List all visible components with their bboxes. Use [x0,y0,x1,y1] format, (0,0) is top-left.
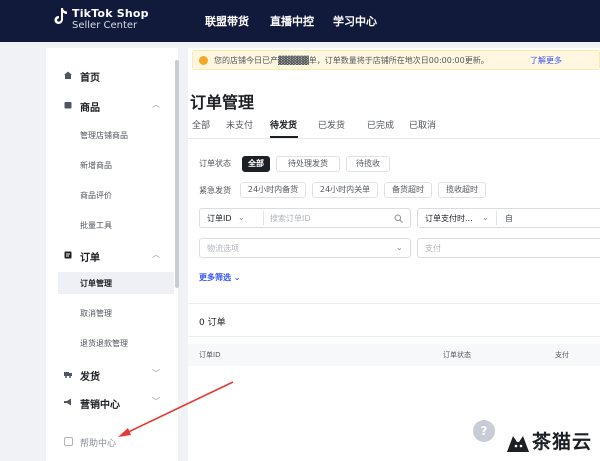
chevron-down-icon[interactable]: ⌄ [238,213,245,222]
table-header [188,344,600,366]
status-chip-pending-shipment[interactable]: 待处理发货 [276,156,340,172]
urgent-chip-24h-stock[interactable]: 24小时内备货 [240,182,306,198]
order-id-input[interactable]: 搜索订单ID [270,213,311,224]
search-icon[interactable] [394,214,403,223]
brand-subtitle: Seller Center [72,20,138,31]
sidebar-item-product-reviews[interactable]: 商品评价 [80,190,112,201]
sidebar-item-bulk-tools[interactable]: 批量工具 [80,220,112,231]
chevron-down-icon[interactable]: ﹀ [152,368,160,379]
shipping-icon [64,372,72,378]
page-title: 订单管理 [190,93,255,112]
sidebar-item-order-management[interactable]: 订单管理 [80,278,112,289]
tab-divider [188,138,600,139]
sidebar-item-help-center[interactable]: 帮助中心 [80,436,116,449]
field-divider [263,211,264,225]
chevron-up-icon[interactable]: ︿ [152,99,160,110]
column-payment: 支付 [555,351,569,359]
sidebar-item-home[interactable]: 首页 [80,69,100,84]
sidebar-scrollbar[interactable] [175,60,179,288]
chevron-up-icon[interactable]: ︿ [152,249,160,260]
column-order-id: 订单ID [199,351,221,359]
tab-shipped[interactable]: 已发货 [318,118,345,131]
more-filters-label: 更多筛选 [199,273,231,282]
learn-more-link[interactable]: 了解更多 [530,55,562,66]
nav-learning-center[interactable]: 学习中心 [333,13,377,29]
tab-cancelled[interactable]: 已取消 [409,118,436,131]
payment-placeholder: 支付 [425,244,441,253]
notice-text: 您的店铺今日已产▓▓▓▓▓单，订单数量将于店铺所在地次日00:00:00更新。 [214,56,489,65]
chevron-down-icon[interactable]: ﹀ [152,396,160,407]
megaphone-icon [64,398,71,406]
product-icon [64,102,72,109]
results-summary [188,303,600,337]
tab-unpaid[interactable]: 未支付 [226,118,253,131]
urgent-chip-24h-close[interactable]: 24小时内关单 [312,182,378,198]
sidebar-active-highlight [58,272,174,294]
home-icon [64,71,72,79]
tab-all[interactable]: 全部 [192,118,210,131]
pay-time-select[interactable]: 订单支付时... [425,213,473,224]
more-filters-button[interactable]: 更多筛选 ⌄ [199,272,241,283]
floating-help-button[interactable]: ? [473,420,495,442]
chevron-down-icon[interactable]: ⌄ [482,213,489,222]
chevron-down-icon[interactable]: ⌄ [396,243,403,252]
nav-live-control[interactable]: 直播中控 [270,13,314,29]
tab-completed[interactable]: 已完成 [367,118,394,131]
urgent-chip-pickup-overdue[interactable]: 揽收超时 [438,182,486,198]
brand-name: TikTok Shop [72,7,149,20]
urgent-shipping-label: 紧急发货 [199,186,231,195]
tiktok-logo-icon[interactable] [54,7,68,25]
status-chip-all[interactable]: 全部 [242,156,270,172]
urgent-chip-stock-overdue[interactable]: 备货超时 [384,182,432,198]
tab-awaiting-shipment[interactable]: 待发货 [270,118,297,131]
cat-logo-icon [507,436,529,452]
warning-icon [199,56,208,65]
field-divider [496,211,497,225]
sidebar-group-orders[interactable]: 订单 [80,249,100,264]
sidebar-item-add-product[interactable]: 新增商品 [80,160,112,171]
watermark-text: 茶猫云 [532,431,593,453]
order-icon [64,251,72,259]
active-tab-indicator [270,136,298,138]
column-order-status: 订单状态 [443,351,471,359]
sidebar-item-returns-refunds[interactable]: 退货退款管理 [80,338,128,349]
sidebar-group-marketing[interactable]: 营销中心 [80,396,120,411]
help-icon [64,437,73,446]
logistics-placeholder: 物流选项 [207,244,239,253]
sidebar-group-products[interactable]: 商品 [80,99,100,114]
sidebar-item-cancellations[interactable]: 取消管理 [80,308,112,319]
payment-select[interactable] [417,238,600,258]
pay-time-from[interactable]: 自 [505,213,513,224]
order-count: 0 订单 [199,318,226,328]
nav-affiliate[interactable]: 联盟带货 [205,13,249,29]
sidebar-item-manage-products[interactable]: 管理店铺商品 [80,130,128,141]
status-chip-awaiting-pickup[interactable]: 待揽收 [346,156,390,172]
order-status-label: 订单状态 [199,159,231,168]
sidebar-group-shipping[interactable]: 发货 [80,368,100,383]
order-id-select[interactable]: 订单ID [207,213,232,224]
